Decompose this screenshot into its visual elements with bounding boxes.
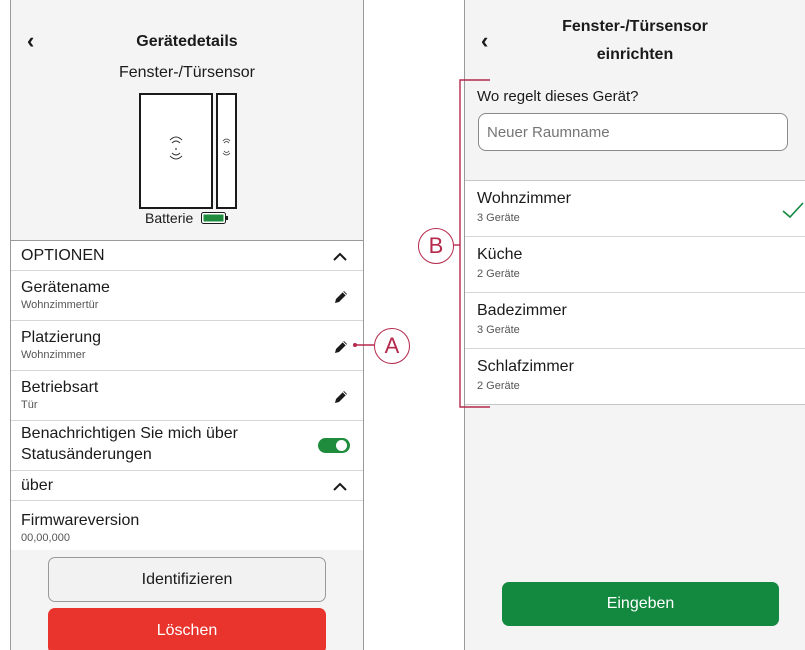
callout-lines (353, 79, 490, 408)
callout-a: A (374, 328, 410, 364)
callout-b: B (418, 228, 454, 264)
